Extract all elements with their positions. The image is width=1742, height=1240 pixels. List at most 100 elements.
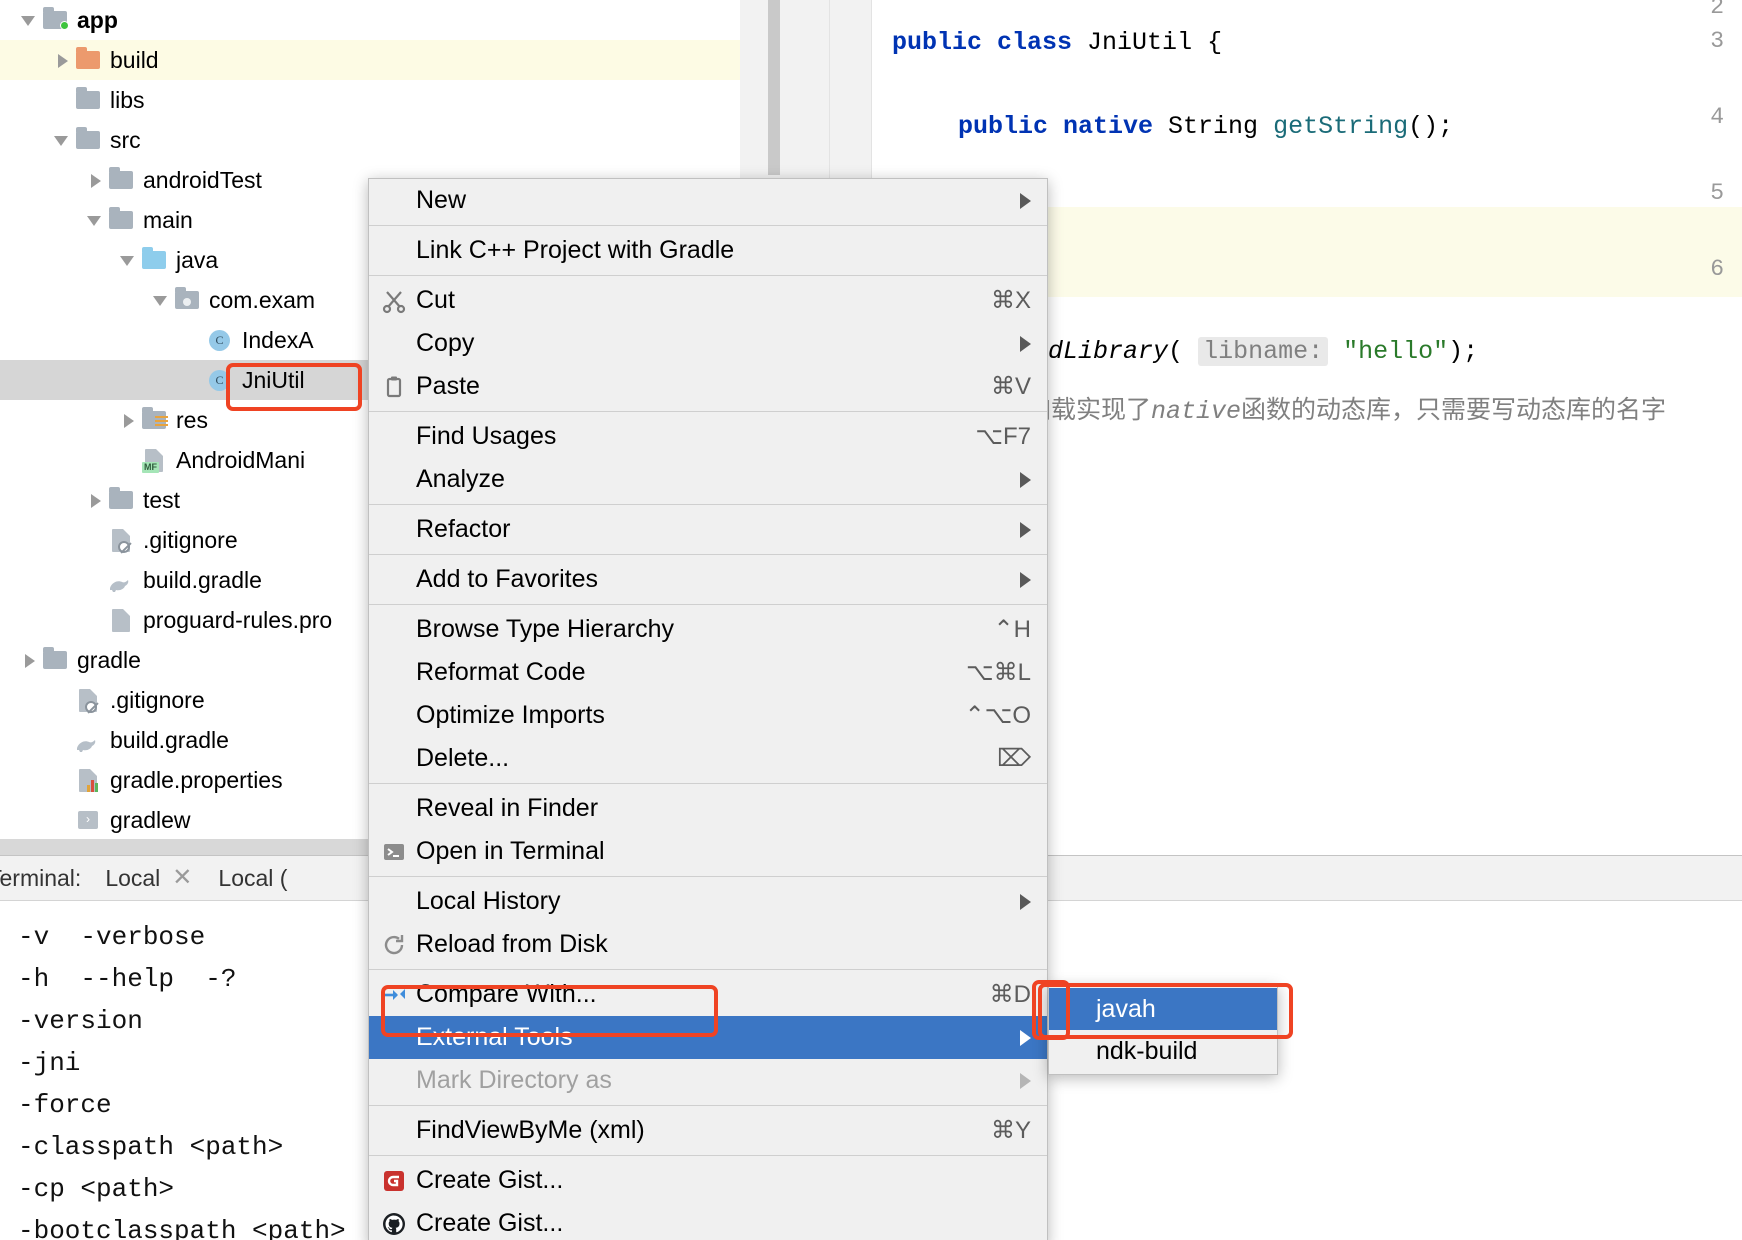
menu-item-shortcut: ⌦: [997, 745, 1031, 772]
menu-item-label: Paste: [416, 372, 480, 400]
submenu-item-label: javah: [1096, 994, 1156, 1023]
menu-separator: [369, 225, 1047, 226]
menu-item-find-usages[interactable]: Find Usages ⌥F7: [369, 415, 1047, 458]
folder-orange-icon: [73, 47, 103, 73]
chevron-down-icon[interactable]: [51, 129, 73, 151]
tree-item-build[interactable]: build: [0, 40, 740, 80]
submenu-item-ndk-build[interactable]: ndk-build: [1049, 1030, 1277, 1072]
menu-item-label: New: [416, 186, 467, 214]
menu-item-delete[interactable]: Delete... ⌦: [369, 737, 1047, 780]
context-menu[interactable]: New Link C++ Project with Gradle Cut ⌘X Copy…: [368, 178, 1048, 1240]
chevron-down-icon[interactable]: [117, 249, 139, 271]
gist-red-icon: [381, 1168, 407, 1194]
java-class-icon: C: [205, 367, 235, 393]
menu-item-shortcut: ⌘X: [990, 287, 1031, 314]
chevron-right-icon: [1020, 1029, 1031, 1046]
chevron-right-icon: [1020, 192, 1031, 209]
submenu-item-javah[interactable]: javah: [1049, 988, 1277, 1030]
menu-item-mark-directory-as[interactable]: Mark Directory as: [369, 1059, 1047, 1102]
chevron-right-icon[interactable]: [117, 409, 139, 431]
tree-item-src[interactable]: src: [0, 120, 740, 160]
tree-item-label: test: [143, 486, 181, 513]
java-class-icon: C: [205, 327, 235, 353]
terminal-tab-local-2[interactable]: Local (: [218, 865, 287, 892]
chevron-right-icon: [1020, 471, 1031, 488]
menu-item-add-to-favorites[interactable]: Add to Favorites: [369, 558, 1047, 601]
menu-item-label: Refactor: [416, 515, 511, 543]
menu-item-label: FindViewByMe (xml): [416, 1116, 645, 1144]
gradle-icon: [73, 727, 103, 753]
menu-item-new[interactable]: New: [369, 179, 1047, 222]
chevron-right-icon[interactable]: [51, 49, 73, 71]
tree-item-label: src: [110, 126, 141, 153]
chevron-down-icon[interactable]: [18, 9, 40, 31]
terminal-icon: [381, 839, 407, 865]
menu-item-external-tools[interactable]: External Tools: [369, 1016, 1047, 1059]
menu-item-open-in-terminal[interactable]: Open in Terminal: [369, 830, 1047, 873]
menu-item-reveal-in-finder[interactable]: Reveal in Finder: [369, 787, 1047, 830]
menu-item-browse-type-hierarchy[interactable]: Browse Type Hierarchy ⌃H: [369, 608, 1047, 651]
close-icon[interactable]: ✕: [172, 866, 192, 890]
menu-separator: [369, 275, 1047, 276]
chevron-right-icon[interactable]: [84, 489, 106, 511]
menu-item-label: Delete...: [416, 744, 510, 772]
chevron-down-icon[interactable]: [150, 289, 172, 311]
line-number: 2: [1710, 0, 1724, 20]
menu-item-reformat-code[interactable]: Reformat Code ⌥⌘L: [369, 651, 1047, 694]
menu-item-create-gist[interactable]: Create Gist...: [369, 1159, 1047, 1202]
menu-item-cut[interactable]: Cut ⌘X: [369, 279, 1047, 322]
tree-item-label: build.gradle: [110, 726, 229, 753]
script-icon: ›: [73, 807, 103, 833]
menu-item-copy[interactable]: Copy: [369, 322, 1047, 365]
folder-source-icon: [139, 247, 169, 273]
text-file-icon: [106, 607, 136, 633]
menu-item-label: Copy: [416, 329, 475, 357]
code-fold-marker[interactable]: [768, 0, 780, 175]
menu-item-analyze[interactable]: Analyze: [369, 458, 1047, 501]
tree-item-label: main: [143, 206, 193, 233]
tree-item-label: gradle: [77, 646, 141, 673]
chevron-right-icon[interactable]: [84, 169, 106, 191]
tree-item-label: gradle.properties: [110, 766, 283, 793]
menu-item-label: Cut: [416, 286, 455, 314]
menu-item-optimize-imports[interactable]: Optimize Imports ⌃⌥O: [369, 694, 1047, 737]
menu-item-findviewbyme-xml[interactable]: FindViewByMe (xml) ⌘Y: [369, 1109, 1047, 1152]
module-icon: [40, 7, 70, 33]
tree-item-label: .gitignore: [143, 526, 238, 553]
tree-item-label: res: [176, 406, 208, 433]
terminal-tab-local[interactable]: Local ✕: [105, 865, 192, 892]
folder-icon: [106, 487, 136, 513]
tree-item-libs[interactable]: libs: [0, 80, 740, 120]
menu-item-compare-with[interactable]: Compare With... ⌘D: [369, 973, 1047, 1016]
menu-item-refactor[interactable]: Refactor: [369, 508, 1047, 551]
menu-item-label: Browse Type Hierarchy: [416, 615, 674, 643]
menu-item-label: Create Gist...: [416, 1166, 564, 1194]
menu-item-label: Reload from Disk: [416, 930, 608, 958]
line-number: 4: [1710, 104, 1724, 130]
menu-item-label: Open in Terminal: [416, 837, 605, 865]
folder-icon: [73, 127, 103, 153]
menu-item-shortcut: ⌥⌘L: [965, 659, 1031, 686]
menu-item-paste[interactable]: Paste ⌘V: [369, 365, 1047, 408]
tree-item-label: build: [110, 46, 159, 73]
tree-item-label: IndexA: [242, 326, 314, 353]
menu-item-local-history[interactable]: Local History: [369, 880, 1047, 923]
folder-icon: [73, 87, 103, 113]
chevron-right-icon[interactable]: [18, 649, 40, 671]
tree-item-label: JniUtil: [242, 366, 305, 393]
menu-item-reload-from-disk[interactable]: Reload from Disk: [369, 923, 1047, 966]
external-tools-submenu[interactable]: javah ndk-build: [1048, 985, 1278, 1075]
menu-item-link-c-project-with-gradle[interactable]: Link C++ Project with Gradle: [369, 229, 1047, 272]
tree-item-label: AndroidMani: [176, 446, 306, 473]
menu-item-create-gist[interactable]: Create Gist...: [369, 1202, 1047, 1240]
chevron-down-icon[interactable]: [84, 209, 106, 231]
menu-separator: [369, 554, 1047, 555]
chevron-right-icon: [1020, 1072, 1031, 1089]
tree-item-label: app: [77, 6, 118, 33]
tree-item-app[interactable]: app: [0, 0, 740, 40]
chevron-right-icon: [1020, 521, 1031, 538]
